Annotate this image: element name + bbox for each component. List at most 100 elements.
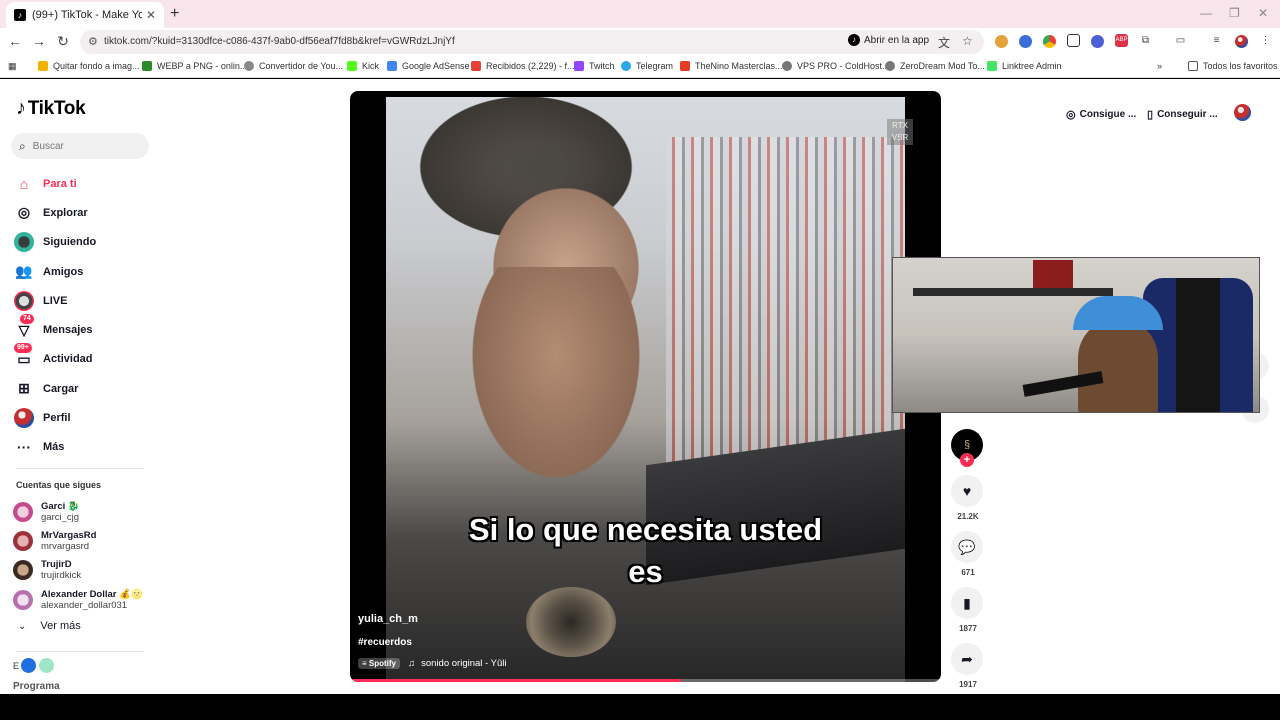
site-info-icon[interactable]: ⚙: [88, 35, 98, 48]
nav-mensajes[interactable]: ▽ 74 Mensajes: [14, 314, 154, 344]
nav-label: Actividad: [43, 353, 93, 366]
adblock-icon[interactable]: ABP: [1115, 34, 1128, 47]
nav-siguiendo[interactable]: Siguiendo: [14, 228, 154, 257]
nav-cargar[interactable]: ⊞ Cargar: [14, 374, 154, 403]
action-bar: § + ♥ 21.2K 💬 671 ▮ 1877 ➦ 1917: [951, 429, 985, 699]
bookmark-item[interactable]: WEBP a PNG - onlin...: [142, 61, 247, 71]
nav-para-ti[interactable]: ⌂ Para ti: [14, 169, 154, 198]
following-account[interactable]: MrVargasRd mrvargasrd: [13, 526, 153, 555]
apps-grid-icon[interactable]: ▦: [8, 61, 17, 72]
extension-icon[interactable]: [1019, 35, 1032, 48]
bookmark-star-icon[interactable]: ☆: [962, 34, 973, 48]
video-player[interactable]: RTX VSR Si lo que necesita usted es yuli…: [350, 91, 941, 682]
all-bookmarks-folder[interactable]: Todos los favoritos: [1188, 61, 1278, 71]
app-icon[interactable]: [39, 658, 55, 673]
folder-icon: [38, 61, 48, 71]
restore-icon[interactable]: ❐: [1229, 6, 1240, 20]
extension-icon[interactable]: [1043, 35, 1056, 48]
nav-actividad[interactable]: ▭ 99+ Actividad: [14, 343, 154, 374]
bookmark-item[interactable]: Quitar fondo a imag...: [38, 61, 140, 71]
new-tab-button[interactable]: +: [170, 5, 179, 23]
nav-perfil[interactable]: Perfil: [14, 403, 154, 432]
cast-icon[interactable]: ▭: [1174, 34, 1187, 47]
sound-name: sonido original - Yûli: [421, 658, 507, 669]
tiktok-logo[interactable]: ♪ TikTok: [16, 97, 86, 120]
video-author[interactable]: yulia_ch_m: [358, 613, 418, 625]
more-bookmarks-icon[interactable]: »: [1157, 61, 1162, 71]
extension-icon[interactable]: [995, 35, 1008, 48]
bookmark-item[interactable]: Twitch: [574, 61, 615, 71]
following-account[interactable]: Garci 🐉 garci_cjg: [13, 497, 153, 526]
creator-avatar[interactable]: § +: [951, 429, 983, 467]
bookmark-label: Telegram: [636, 61, 674, 71]
programa-link[interactable]: Programa: [13, 681, 60, 692]
share-button[interactable]: ➦: [951, 643, 983, 675]
bookmark-item[interactable]: TheNino Masterclas...: [680, 61, 783, 71]
extension-icon[interactable]: [1091, 35, 1104, 48]
browser-tabstrip: ♪ (99+) TikTok - Make Your Day ✕ + — ❐ ✕: [0, 0, 1280, 28]
video-progress-bar[interactable]: [350, 679, 941, 682]
reading-list-icon[interactable]: ≡: [1210, 34, 1223, 47]
spotify-badge[interactable]: ≡ Spotify: [358, 658, 400, 669]
chevron-down-icon: ⌄: [18, 620, 27, 632]
bookmark-item[interactable]: ZeroDream Mod To...: [885, 61, 985, 71]
browser-menu-icon[interactable]: ⋮: [1259, 34, 1272, 47]
app-icon[interactable]: [21, 658, 37, 673]
following-account[interactable]: Alexander Dollar 💰🌝 alexander_dollar031: [13, 585, 153, 614]
bookmark-item[interactable]: VPS PRO - ColdHost...: [782, 61, 890, 71]
avatar: [13, 560, 33, 581]
bookmark-item[interactable]: Google AdSense: [387, 61, 470, 71]
get-coins-button[interactable]: ◎ Consigue ...: [1066, 103, 1136, 125]
nav-live[interactable]: LIVE: [14, 286, 154, 315]
search-box[interactable]: ⌕: [11, 133, 149, 159]
bookmark-item[interactable]: Linktree Admin: [987, 61, 1062, 71]
webcam-chair: [1143, 278, 1253, 412]
bookmark-item[interactable]: Convertidor de You...: [244, 61, 343, 71]
user-avatar[interactable]: [1234, 104, 1251, 121]
following-account[interactable]: TrujirD trujirdkick: [13, 556, 153, 585]
heart-icon: ♥: [962, 483, 972, 499]
activity-badge: 99+: [14, 343, 32, 354]
profile-avatar[interactable]: [1235, 35, 1248, 48]
share-icon: ➦: [961, 651, 973, 667]
nav-label: Amigos: [43, 265, 84, 278]
address-bar[interactable]: ⚙ tiktok.com/?kuid=3130dfce-c086-437f-9a…: [80, 30, 984, 54]
get-app-button[interactable]: ▯ Conseguir ...: [1147, 103, 1218, 125]
like-button[interactable]: ♥: [951, 475, 983, 507]
back-button[interactable]: ←: [6, 33, 24, 49]
gmail-icon: [471, 61, 481, 71]
extension-icon[interactable]: [1067, 34, 1080, 47]
see-more-button[interactable]: ⌄ Ver más: [18, 620, 81, 632]
bookmark-item[interactable]: Telegram: [621, 61, 673, 71]
follow-plus-icon[interactable]: +: [960, 453, 974, 467]
comment-button[interactable]: 💬: [951, 531, 983, 563]
open-in-app-button[interactable]: ♪ Abrir en la app: [848, 34, 929, 46]
extensions-puzzle-icon[interactable]: ⧉: [1139, 34, 1152, 47]
minimize-icon[interactable]: —: [1200, 6, 1212, 20]
bottom-links: E: [13, 658, 57, 673]
bookmark-item[interactable]: Kick: [347, 61, 379, 71]
share-count: 1917: [959, 680, 977, 689]
window-close-icon[interactable]: ✕: [1258, 6, 1268, 20]
video-hashtag[interactable]: #recuerdos: [358, 637, 412, 648]
forward-button[interactable]: →: [30, 33, 48, 49]
comment-icon: 💬: [958, 539, 976, 555]
account-handle: trujirdkick: [41, 570, 82, 582]
reload-button[interactable]: ↻: [54, 33, 72, 50]
tab-close-icon[interactable]: ✕: [146, 8, 156, 22]
video-music[interactable]: ≡ Spotify ♫ sonido original - Yûli: [358, 658, 507, 669]
avatar: [13, 589, 33, 610]
translate-icon[interactable]: 文: [938, 34, 950, 51]
music-note-icon: ♫: [408, 658, 416, 669]
more-icon: ···: [17, 439, 31, 456]
search-input[interactable]: [32, 140, 133, 152]
account-name: MrVargasRd: [41, 529, 97, 541]
nav-mas[interactable]: ··· Más: [14, 433, 154, 462]
nav-amigos[interactable]: 👥 Amigos: [14, 257, 154, 286]
browser-tab[interactable]: ♪ (99+) TikTok - Make Your Day ✕: [6, 2, 164, 28]
profile-avatar: [14, 408, 34, 429]
save-button[interactable]: ▮: [951, 587, 983, 619]
bookmark-item[interactable]: Recibidos (2,229) - f...: [471, 61, 575, 71]
nav-explorar[interactable]: ◎ Explorar: [14, 198, 154, 227]
webcam-shelf: [913, 288, 1113, 296]
